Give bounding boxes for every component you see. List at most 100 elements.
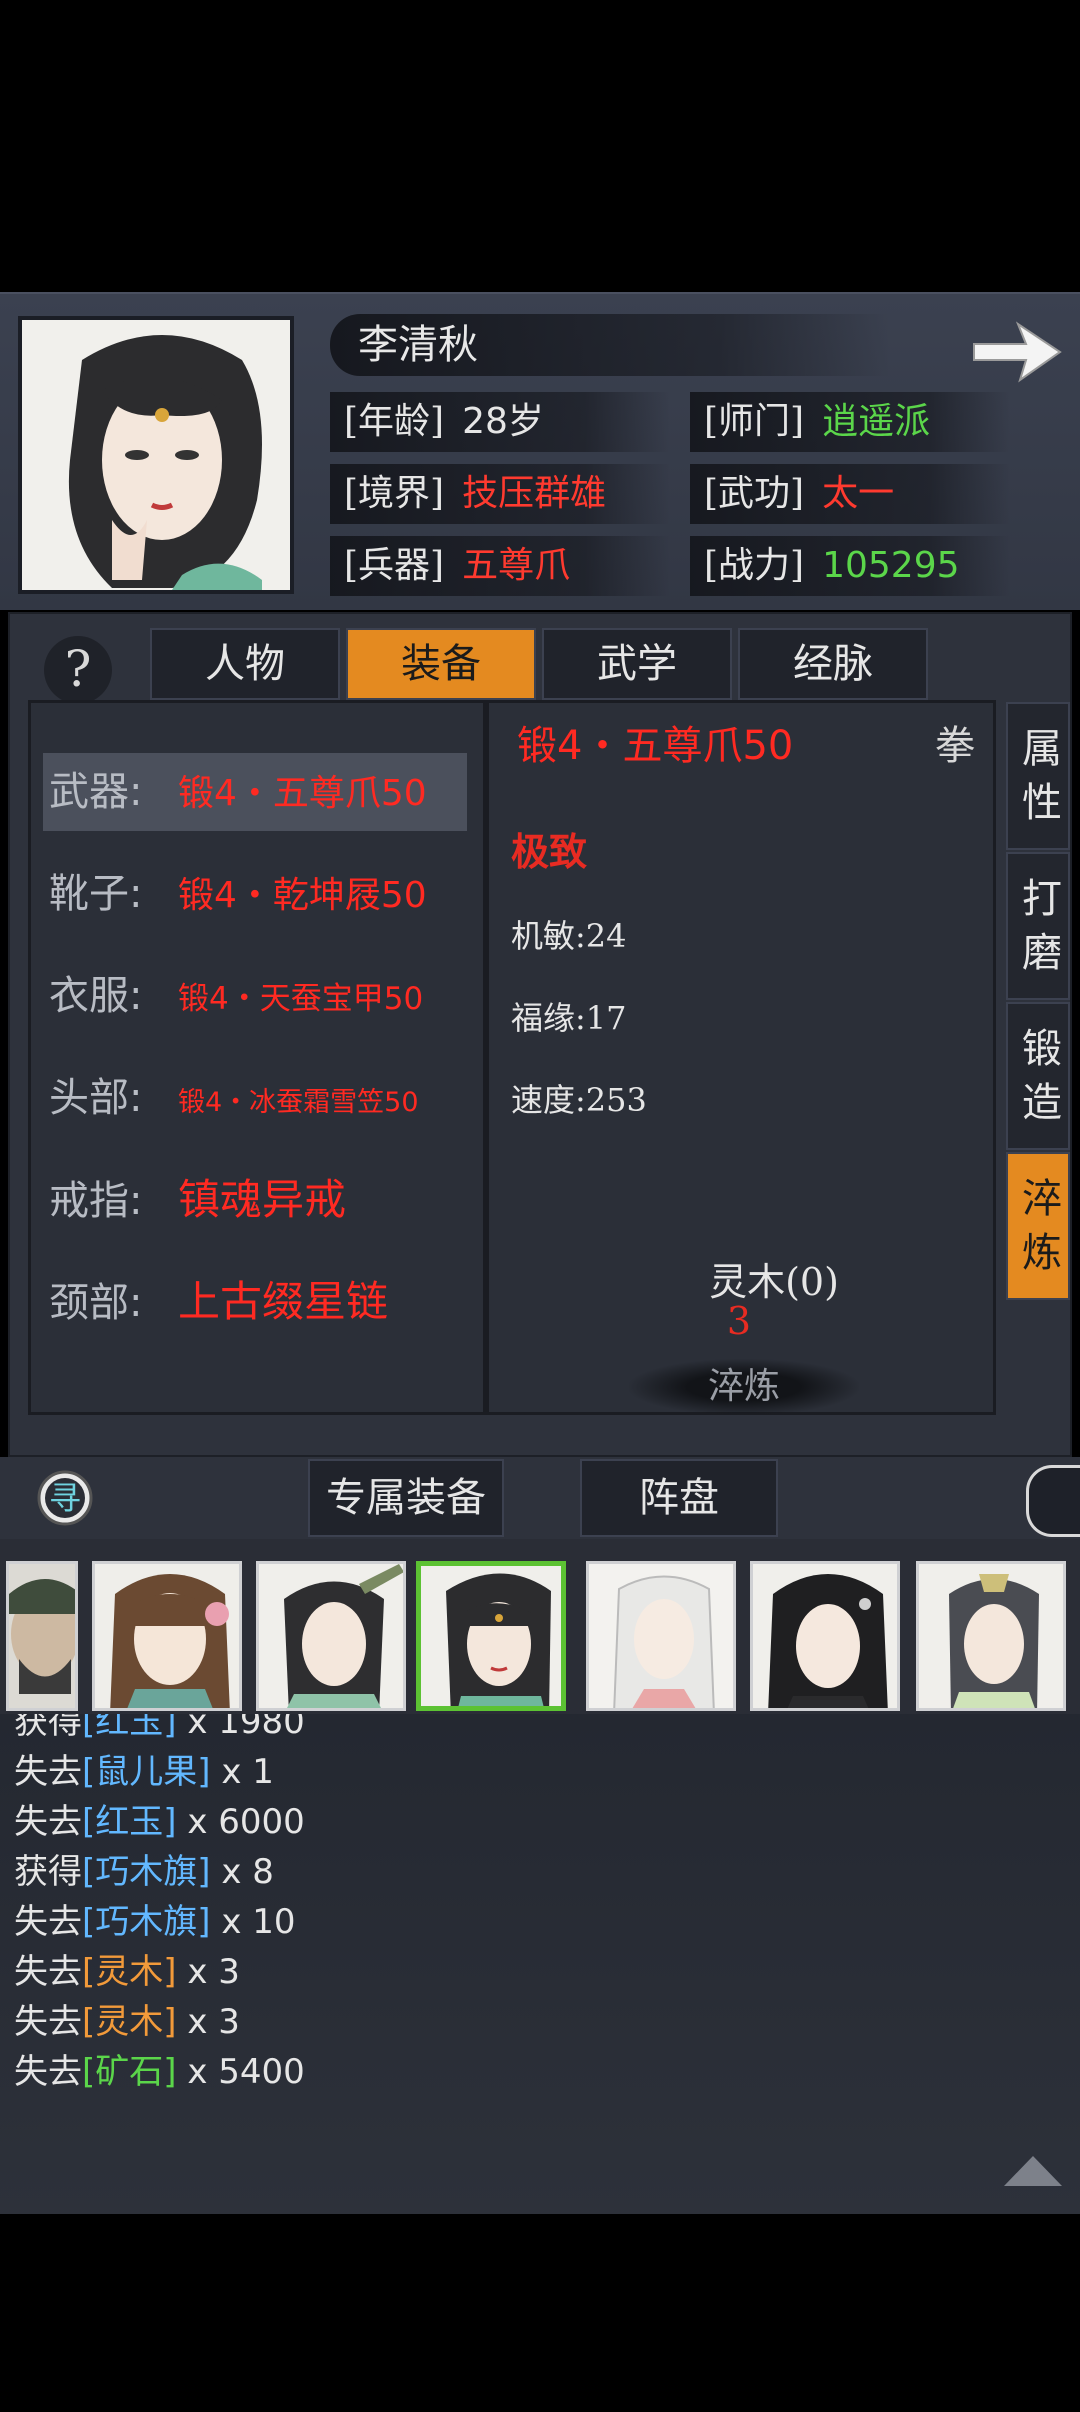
- side-tab-attributes[interactable]: 属性: [1006, 702, 1070, 850]
- refine-cost: 3: [726, 1299, 752, 1343]
- log-entry: 失去[红玉] x 6000: [14, 1794, 305, 1843]
- log-qty: x 3: [187, 2002, 240, 2042]
- roster-character-selected[interactable]: [416, 1561, 566, 1711]
- character-name: 李清秋: [330, 314, 890, 376]
- log-qty: x 3: [187, 1952, 240, 1992]
- slot-item: 锻4・乾坤屐50: [178, 875, 427, 916]
- search-icon[interactable]: 寻: [36, 1469, 94, 1527]
- log-qty: x 8: [221, 1852, 274, 1892]
- equip-slot-weapon[interactable]: 武器: 锻4・五尊爪50: [43, 753, 467, 831]
- log-qty: x 1980: [187, 1714, 305, 1742]
- slot-label: 靴子:: [49, 871, 143, 917]
- tab-martial-arts[interactable]: 武学: [542, 628, 732, 700]
- detail-side-tabs: 属性 打磨 锻造 淬炼: [998, 700, 1070, 1415]
- log-item: [鼠儿果]: [82, 1752, 211, 1792]
- roster-character[interactable]: [92, 1561, 242, 1711]
- roster-character[interactable]: [6, 1561, 78, 1711]
- stat-label: [武功]: [704, 473, 805, 514]
- stat-value: 105295: [822, 545, 960, 586]
- side-drawer-handle[interactable]: [1026, 1465, 1080, 1537]
- stat-sect: [师门] 逍遥派: [690, 392, 1010, 452]
- stat-power: [战力] 105295: [690, 536, 1010, 596]
- log-qty: x 6000: [187, 1802, 305, 1842]
- log-item: [灵木]: [82, 1952, 177, 1992]
- side-tab-polish[interactable]: 打磨: [1006, 852, 1070, 1000]
- equip-slot-clothes[interactable]: 衣服: 锻4・天蚕宝甲50: [43, 957, 467, 1035]
- roster-character[interactable]: [916, 1561, 1066, 1711]
- stat-label: [战力]: [704, 545, 805, 586]
- detail-item-name: 锻4・五尊爪50: [517, 723, 794, 769]
- equip-slot-ring[interactable]: 戒指: 镇魂异戒: [43, 1161, 467, 1239]
- log-item: [灵木]: [82, 2002, 177, 2042]
- side-tab-forge[interactable]: 锻造: [1006, 1002, 1070, 1150]
- slot-label: 头部:: [49, 1075, 143, 1121]
- log-action: 失去: [14, 2052, 82, 2092]
- stat-label: [境界]: [344, 473, 445, 514]
- item-detail-panel: 锻4・五尊爪50 拳 极致 机敏:24 福缘:17 速度:253 灵木(0) 3…: [486, 700, 996, 1415]
- game-screen: 李清秋 [年龄] 28岁 [师门] 逍遥派 [境界] 技压群雄 [武功] 太一 [兵器]…: [0, 0, 1080, 2412]
- stat-label: [兵器]: [344, 545, 445, 586]
- formation-button[interactable]: 阵盘: [580, 1459, 778, 1537]
- question-icon[interactable]: ?: [40, 632, 116, 708]
- log-entry: 失去[灵木] x 3: [14, 1994, 240, 2043]
- slot-label: 颈部:: [49, 1280, 143, 1326]
- log-item: [巧木旗]: [82, 1852, 211, 1892]
- log-item: [红玉]: [82, 1802, 177, 1842]
- roster-character[interactable]: [256, 1561, 406, 1711]
- arrow-right-icon[interactable]: [968, 316, 1064, 386]
- log-action: 获得: [14, 1852, 82, 1892]
- stat-value: 五尊爪: [462, 545, 571, 586]
- log-action: 获得: [14, 1714, 82, 1742]
- stat-label: [师门]: [704, 401, 805, 442]
- log-entry: 失去[巧木旗] x 10: [14, 1894, 296, 1943]
- log-action: 失去: [14, 1952, 82, 1992]
- log-qty: x 10: [221, 1902, 296, 1942]
- slot-label: 武器:: [49, 769, 143, 815]
- tab-equipment[interactable]: 装备: [346, 628, 536, 700]
- character-header: 李清秋 [年龄] 28岁 [师门] 逍遥派 [境界] 技压群雄 [武功] 太一 [兵器]…: [0, 292, 1080, 610]
- log-entry: 失去[鼠儿果] x 1: [14, 1744, 274, 1793]
- stat-value: 技压群雄: [462, 473, 607, 514]
- character-portrait: [18, 316, 294, 594]
- roster-character[interactable]: [750, 1561, 900, 1711]
- log-action: 失去: [14, 1902, 82, 1942]
- slot-item: 镇魂异戒: [178, 1175, 347, 1224]
- slot-item: 锻4・冰蚕霜雪笠50: [178, 1087, 419, 1118]
- character-roster: [0, 1539, 1080, 1714]
- equipment-slot-list: 武器: 锻4・五尊爪50 靴子: 锻4・乾坤屐50 衣服: 锻4・天蚕宝甲50 头部:…: [28, 700, 486, 1415]
- svg-text:?: ?: [65, 640, 92, 698]
- log-item: [红玉]: [82, 1714, 177, 1742]
- search-glyph: 寻: [48, 1479, 81, 1517]
- log-action: 失去: [14, 2002, 82, 2042]
- log-entry: 失去[矿石] x 5400: [14, 2044, 305, 2093]
- slot-label: 戒指:: [49, 1178, 143, 1224]
- log-entry: 获得[红玉] x 1980: [14, 1714, 305, 1743]
- equipment-panel: ? 人物 装备 武学 经脉 武器: 锻4・五尊爪50 靴子: 锻4・乾坤屐50 衣服…: [8, 612, 1072, 1457]
- slot-item: 锻4・天蚕宝甲50: [178, 981, 424, 1017]
- equip-slot-head[interactable]: 头部: 锻4・冰蚕霜雪笠50: [43, 1059, 467, 1137]
- equip-slot-boots[interactable]: 靴子: 锻4・乾坤屐50: [43, 855, 467, 933]
- triangle-up-icon[interactable]: [1000, 2150, 1066, 2190]
- stat-age: [年龄] 28岁: [330, 392, 670, 452]
- detail-quality: 极致: [511, 829, 588, 874]
- refine-button[interactable]: 淬炼: [629, 1359, 859, 1415]
- item-log: 获得[红玉] x 1980 失去[鼠儿果] x 1 失去[红玉] x 6000 …: [0, 1714, 1080, 2214]
- tab-meridians[interactable]: 经脉: [738, 628, 928, 700]
- roster-character[interactable]: [586, 1561, 736, 1711]
- refine-material: 灵木(0): [709, 1260, 839, 1304]
- detail-item-type: 拳: [935, 723, 975, 769]
- log-qty: x 1: [221, 1752, 274, 1792]
- tab-character[interactable]: 人物: [150, 628, 340, 700]
- detail-attribute: 机敏:24: [511, 917, 627, 955]
- stat-martial-art: [武功] 太一: [690, 464, 1010, 524]
- slot-label: 衣服:: [49, 973, 143, 1019]
- equip-slot-neck[interactable]: 颈部: 上古缀星链: [43, 1263, 467, 1341]
- log-item: [矿石]: [82, 2052, 177, 2092]
- stat-weapon: [兵器] 五尊爪: [330, 536, 670, 596]
- log-action: 失去: [14, 1752, 82, 1792]
- side-tab-refine[interactable]: 淬炼: [1006, 1152, 1070, 1300]
- log-action: 失去: [14, 1802, 82, 1842]
- exclusive-equipment-button[interactable]: 专属装备: [308, 1459, 504, 1537]
- log-item: [巧木旗]: [82, 1902, 211, 1942]
- bottom-tabs: 寻 专属装备 阵盘: [0, 1457, 1080, 1539]
